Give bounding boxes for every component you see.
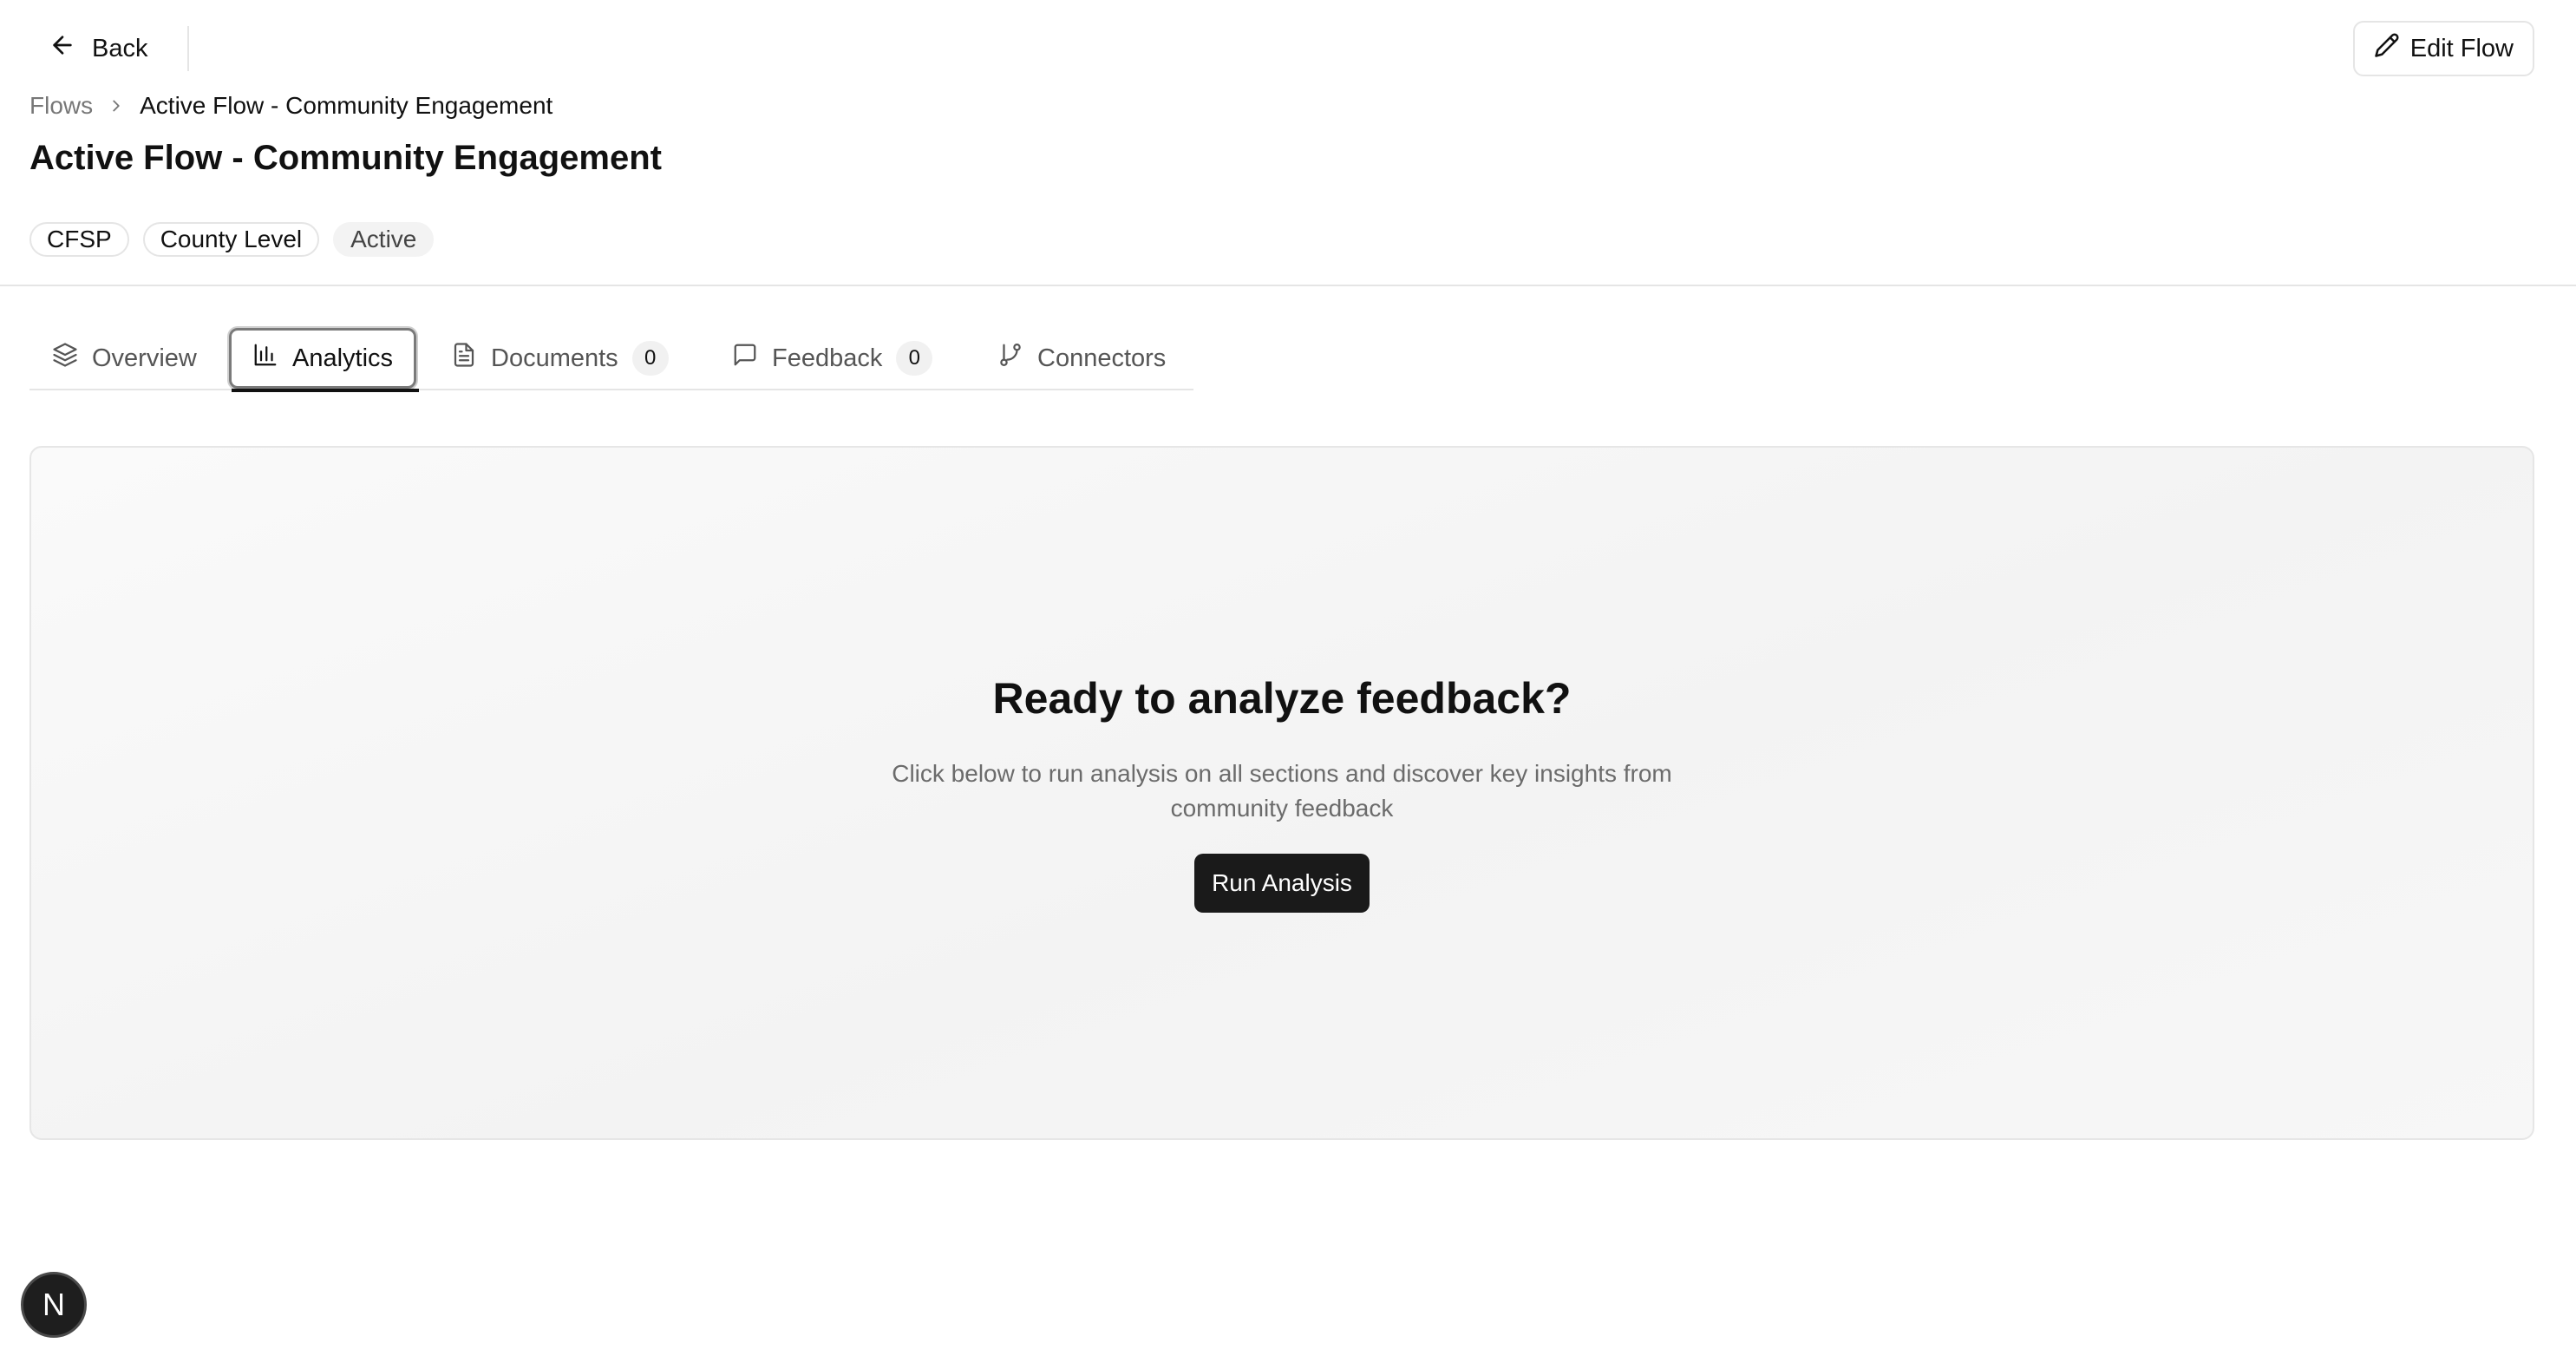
tab-analytics[interactable]: Analytics	[229, 328, 417, 389]
document-icon	[451, 342, 477, 375]
tab-documents-label: Documents	[491, 344, 618, 372]
back-label: Back	[92, 34, 148, 62]
message-icon	[732, 342, 758, 375]
header-divider	[0, 285, 2576, 286]
breadcrumb-current: Active Flow - Community Engagement	[140, 92, 553, 119]
layers-icon	[52, 342, 78, 375]
feedback-count-badge: 0	[896, 341, 933, 376]
active-tab-indicator	[232, 389, 419, 392]
bar-chart-icon	[252, 342, 278, 375]
program-badge: CFSP	[29, 222, 129, 257]
tab-feedback-label: Feedback	[772, 344, 883, 372]
tab-connectors[interactable]: Connectors	[997, 328, 1166, 389]
documents-count-badge: 0	[631, 341, 669, 376]
edit-flow-button[interactable]: Edit Flow	[2352, 21, 2534, 76]
arrow-left-icon	[49, 31, 76, 66]
flow-badges: CFSP County Level Active	[29, 222, 435, 257]
back-button[interactable]: Back	[33, 26, 163, 71]
flow-page: Back Edit Flow Flows Active Flow - Commu…	[0, 0, 2576, 1369]
edit-flow-label: Edit Flow	[2409, 34, 2514, 62]
run-analysis-button[interactable]: Run Analysis	[1194, 854, 1370, 913]
page-title: Active Flow - Community Engagement	[29, 139, 662, 177]
empty-state-description: Click below to run analysis on all secti…	[892, 760, 1672, 822]
breadcrumb: Flows Active Flow - Community Engagement	[29, 92, 552, 120]
tab-analytics-label: Analytics	[292, 344, 394, 372]
tab-bar: Overview Analytics Documents 0 Feedback …	[29, 326, 1193, 392]
breadcrumb-flows-link[interactable]: Flows	[29, 92, 93, 120]
tab-connectors-label: Connectors	[1037, 344, 1167, 372]
next-avatar-button[interactable]: N	[21, 1272, 87, 1338]
analytics-empty-state: Ready to analyze feedback? Click below t…	[29, 446, 2534, 1140]
level-badge: County Level	[142, 222, 320, 257]
status-badge: Active	[333, 222, 435, 257]
tab-documents[interactable]: Documents 0	[451, 328, 669, 389]
tab-overview-label: Overview	[92, 344, 197, 372]
empty-state-title: Ready to analyze feedback?	[992, 674, 1572, 723]
tab-overview[interactable]: Overview	[52, 328, 197, 389]
topbar-divider	[187, 26, 189, 71]
tab-feedback[interactable]: Feedback 0	[732, 328, 933, 389]
pencil-icon	[2374, 32, 2400, 65]
git-branch-icon	[997, 342, 1023, 375]
chevron-right-icon	[107, 96, 126, 115]
